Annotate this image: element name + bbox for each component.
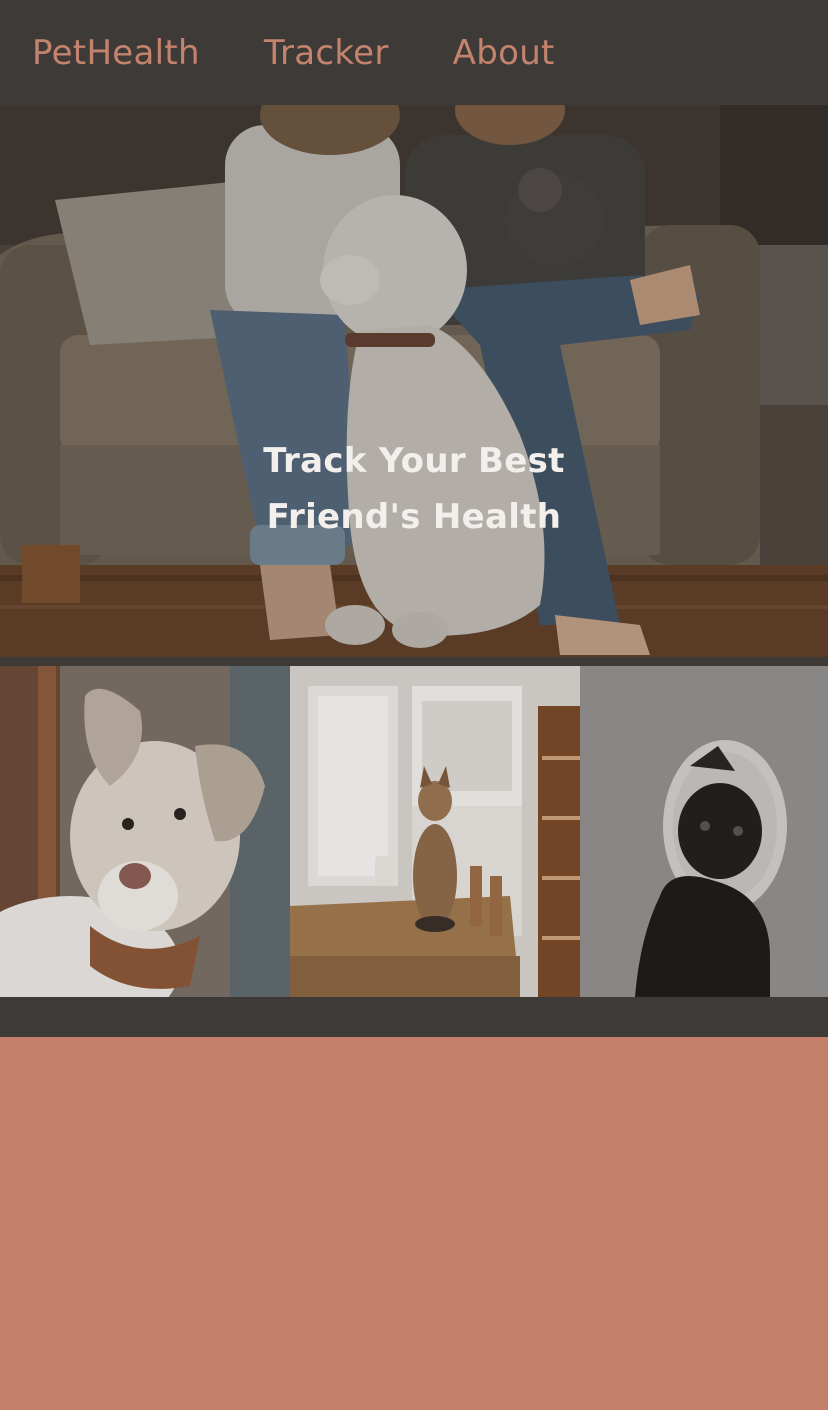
gallery-item-dog bbox=[0, 666, 290, 997]
hero-image-couple-with-dog bbox=[0, 105, 828, 657]
nav-link-tracker[interactable]: Tracker bbox=[264, 33, 389, 73]
pet-gallery bbox=[0, 666, 828, 997]
brand-link[interactable]: PetHealth bbox=[32, 33, 200, 73]
footer-area bbox=[0, 1037, 828, 1410]
top-navbar: PetHealth Tracker About bbox=[0, 0, 828, 105]
hero-title-line-2: Friend's Health bbox=[266, 497, 562, 537]
gallery-item-pug bbox=[580, 666, 828, 997]
divider-strip bbox=[0, 657, 828, 666]
hero-banner: Track Your Best Friend's Health bbox=[0, 105, 828, 657]
hero-title: Track Your Best Friend's Health bbox=[0, 433, 828, 545]
page: PetHealth Tracker About Track Your Best … bbox=[0, 0, 828, 1410]
cat-on-table-image bbox=[290, 666, 580, 997]
gallery-item-cat bbox=[290, 666, 580, 997]
content-divider-band bbox=[0, 997, 828, 1037]
fluffy-dog-image bbox=[0, 666, 290, 997]
pug-with-cone-image bbox=[580, 666, 828, 997]
nav-link-about[interactable]: About bbox=[453, 33, 555, 73]
hero-title-line-1: Track Your Best bbox=[263, 441, 565, 481]
